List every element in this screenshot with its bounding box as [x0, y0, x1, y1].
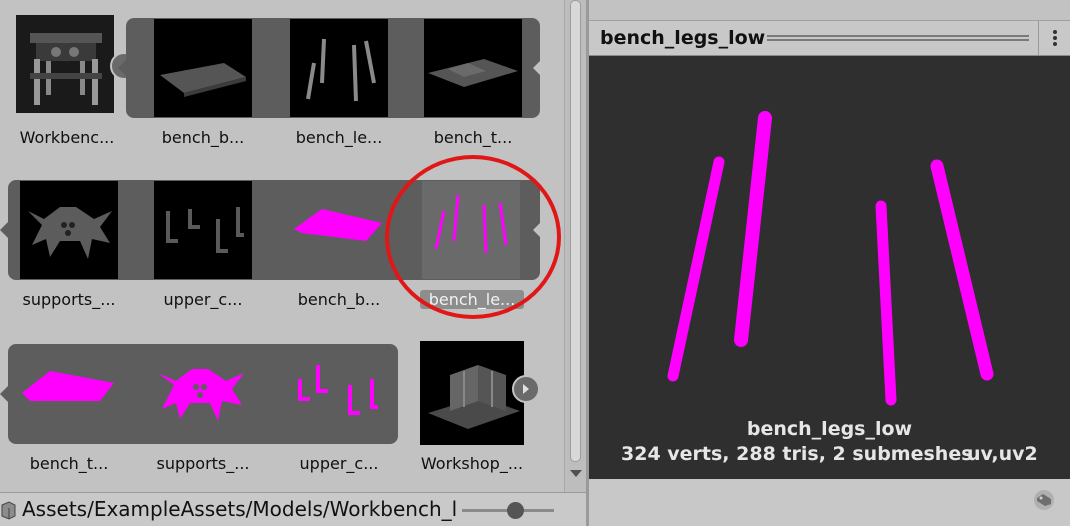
mesh-uv-label: uv,uv2 [967, 443, 1038, 465]
asset-label: bench_b... [297, 290, 381, 309]
asset-thumb-bench-base[interactable] [154, 19, 252, 117]
mesh-stats-label: 324 verts, 288 tris, 2 submeshes [621, 443, 973, 465]
asset-label: bench_le... [295, 128, 383, 147]
workbench-prefab-preview [16, 15, 114, 113]
bench-base-mesh-preview [160, 63, 246, 97]
asset-label: Workbenc... [19, 128, 115, 147]
asset-path-bar: Assets/ExampleAssets/Models/Workbench_l [0, 492, 586, 526]
package-icon [1, 501, 16, 520]
bench-leg-1 [667, 156, 725, 382]
tag-icon[interactable] [1030, 489, 1058, 511]
preview-drag-handle[interactable] [767, 35, 1029, 41]
bench-top-magenta-preview [22, 371, 114, 401]
highlight-circle-annotation [385, 155, 561, 319]
thumbnail-size-slider-knob[interactable] [507, 502, 524, 519]
bench-leg-2 [734, 111, 772, 347]
bench-leg-4 [930, 159, 994, 381]
asset-label: bench_t... [433, 128, 513, 147]
chevron-right-icon [523, 384, 529, 394]
bench-base-magenta-preview [294, 209, 382, 241]
unity-editor-window: Workbenc... bench_b... bench_le... bench… [0, 0, 1070, 526]
bench-leg-3 [875, 200, 897, 406]
project-asset-grid: Workbenc... bench_b... bench_le... bench… [0, 0, 564, 492]
asset-thumb-supports-material[interactable] [154, 345, 252, 443]
asset-label: upper_c... [163, 290, 243, 309]
workshop-prefab-preview [428, 365, 520, 429]
bench-top-mesh-preview [428, 59, 518, 87]
asset-thumb-upper-crossbars-material[interactable] [290, 345, 388, 443]
mesh-render [667, 111, 994, 406]
preview-title: bench_legs_low [600, 27, 766, 49]
asset-label: upper_c... [299, 454, 379, 473]
asset-label: supports_... [156, 454, 250, 473]
asset-label: supports_... [22, 290, 116, 309]
upper-crossbars-mesh-preview [166, 207, 244, 253]
mesh-preview-viewport[interactable]: bench_legs_low 324 verts, 288 tris, 2 su… [589, 56, 1070, 479]
scroll-down-arrow-icon[interactable] [570, 470, 582, 477]
asset-thumb-bench-legs[interactable] [290, 19, 388, 117]
upper-crossbars-magenta-preview [298, 365, 378, 415]
asset-thumb-bench-base-material[interactable] [290, 181, 388, 279]
asset-label: bench_b... [161, 128, 245, 147]
preview-footer [589, 479, 1070, 526]
scrollbar-thumb[interactable] [570, 0, 581, 462]
asset-label: Workshop_... [420, 454, 524, 473]
supports-mesh-preview [28, 207, 112, 259]
asset-label: bench_t... [29, 454, 109, 473]
preview-top-strip [589, 0, 1070, 20]
asset-thumb-bench-top-material[interactable] [20, 345, 118, 443]
kebab-menu-icon[interactable] [1038, 21, 1070, 55]
grid-scrollbar[interactable] [564, 0, 586, 492]
preview-header: bench_legs_low [589, 20, 1070, 56]
asset-thumb-upper-crossbars[interactable] [154, 181, 252, 279]
bench-legs-mesh-preview [306, 38, 376, 102]
asset-thumb-supports[interactable] [20, 181, 118, 279]
mesh-name-label: bench_legs_low [746, 418, 913, 440]
asset-path-text: Assets/ExampleAssets/Models/Workbench_l [22, 497, 458, 521]
asset-thumb-workshop[interactable] [420, 341, 524, 445]
asset-thumb-bench-top[interactable] [424, 19, 522, 117]
asset-thumb-workbench[interactable] [16, 15, 114, 113]
supports-magenta-preview [158, 369, 244, 421]
expand-prefab-button[interactable] [512, 375, 540, 403]
